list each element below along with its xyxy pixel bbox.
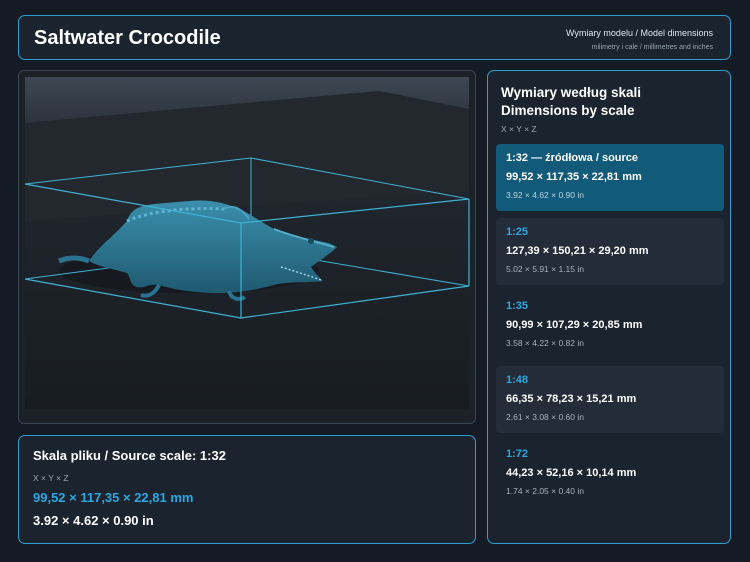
scale-label: 1:35 (506, 300, 529, 312)
scale-dimensions-mm: 127,39 × 150,21 × 29,20 mm (506, 245, 649, 257)
model-viewer[interactable] (18, 70, 476, 424)
scale-card-1-35[interactable]: 1:35 90,99 × 107,29 × 20,85 mm 3.58 × 4.… (496, 292, 724, 359)
scale-dimensions-mm: 44,23 × 52,16 × 10,14 mm (506, 467, 637, 479)
model-title: Saltwater Crocodile (34, 27, 221, 49)
source-scale-title: Skala pliku / Source scale: 1:32 (33, 448, 226, 463)
model-viewport (19, 71, 475, 423)
scale-dimensions-mm: 90,99 × 107,29 × 20,85 mm (506, 319, 643, 331)
scale-card-1-25[interactable]: 1:25 127,39 × 150,21 × 29,20 mm 5.02 × 5… (496, 218, 724, 285)
header-meta: Wymiary modelu / Model dimensions (566, 28, 713, 38)
scale-card-1-48[interactable]: 1:48 66,35 × 78,23 × 15,21 mm 2.61 × 3.0… (496, 366, 724, 433)
scale-label: 1:32 — źródłowa / source (506, 152, 639, 164)
scales-title: Wymiary według skali Dimensions by scale (501, 85, 642, 118)
scale-card-1-32[interactable]: 1:32 — źródłowa / source 99,52 × 117,35 … (496, 144, 724, 211)
scale-dimensions-mm: 99,52 × 117,35 × 22,81 mm (506, 171, 642, 183)
source-scale-panel: Skala pliku / Source scale: 1:32 X × Y ×… (18, 435, 476, 544)
scale-dimensions-mm: 66,35 × 78,23 × 15,21 mm (506, 393, 637, 405)
scale-label: 1:72 (506, 448, 529, 460)
scale-dimensions-in: 3.92 × 4.62 × 0.90 in (506, 190, 584, 200)
header-meta-sub: milimetry i cale / millimetres and inche… (591, 44, 713, 51)
scale-dimensions-in: 1.74 × 2.05 × 0.40 in (506, 486, 584, 496)
scales-axes-label: X × Y × Z (501, 124, 537, 134)
source-dimensions-mm: 99,52 × 117,35 × 22,81 mm (33, 490, 194, 505)
source-dimensions-in: 3.92 × 4.62 × 0.90 in (33, 513, 154, 528)
scale-dimensions-in: 2.61 × 3.08 × 0.60 in (506, 412, 584, 422)
scale-label: 1:48 (506, 374, 529, 386)
axes-label: X × Y × Z (33, 473, 69, 483)
scale-dimensions-in: 3.58 × 4.22 × 0.82 in (506, 338, 584, 348)
scale-label: 1:25 (506, 226, 529, 238)
scale-dimensions-in: 5.02 × 5.91 × 1.15 in (506, 264, 584, 274)
scale-card-1-72[interactable]: 1:72 44,23 × 52,16 × 10,14 mm 1.74 × 2.0… (496, 440, 724, 507)
scales-panel: Wymiary według skali Dimensions by scale… (487, 70, 731, 544)
header-panel: Saltwater Crocodile Wymiary modelu / Mod… (18, 15, 731, 60)
